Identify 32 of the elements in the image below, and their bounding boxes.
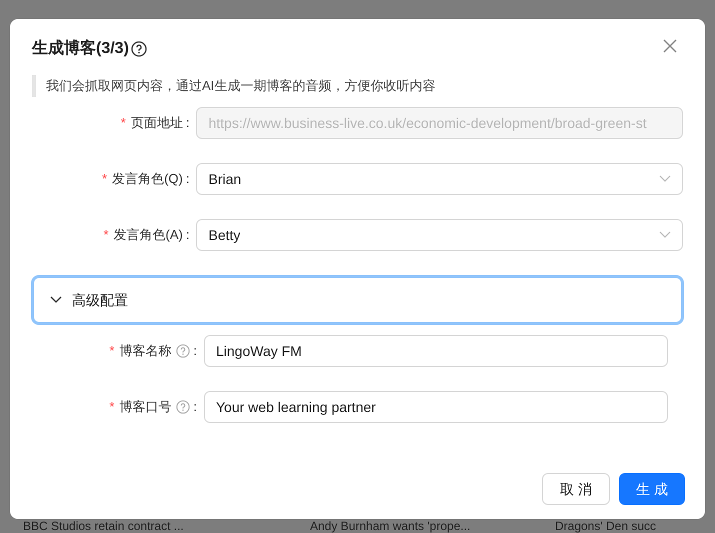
required-mark: * bbox=[109, 342, 114, 360]
field-label: 发言角色(A) bbox=[114, 226, 183, 244]
colon-text: : bbox=[193, 398, 197, 416]
headline-text: BBC Studios retain contract ... bbox=[22, 520, 185, 533]
description-text: 我们会抓取网页内容，通过AI生成一期博客的音频，方便你收听内容 bbox=[32, 75, 683, 97]
colon-text: : bbox=[186, 170, 190, 188]
advanced-label[interactable]: 高级配置 bbox=[72, 290, 128, 310]
required-mark: * bbox=[120, 114, 126, 132]
field-label: 页面地址 bbox=[130, 114, 183, 132]
input-field[interactable]: Your web learning partner bbox=[204, 391, 668, 423]
field-label: 博客名称 bbox=[119, 342, 172, 360]
required-mark: * bbox=[102, 170, 108, 188]
colon-text: : bbox=[186, 114, 190, 132]
headline-text: Andy Burnham wants 'prope... bbox=[309, 520, 472, 533]
colon-text: : bbox=[193, 342, 197, 360]
select-field[interactable]: Brian bbox=[196, 163, 683, 195]
input-field[interactable]: LingoWay FM bbox=[204, 335, 668, 367]
close-icon bbox=[663, 39, 677, 53]
chevron-down-icon bbox=[659, 231, 671, 239]
required-mark: * bbox=[103, 226, 109, 244]
chevron-down-icon[interactable] bbox=[50, 296, 62, 304]
field-label: 博客口号 bbox=[119, 398, 172, 416]
required-mark: * bbox=[109, 398, 114, 416]
cancel-button[interactable]: 取 消 bbox=[542, 473, 610, 505]
dialog-title: 生成博客(3/3) bbox=[32, 38, 129, 59]
help-icon[interactable] bbox=[130, 41, 147, 57]
generate-button[interactable]: 生 成 bbox=[619, 473, 685, 505]
headline-text: Dragons' Den succ bbox=[554, 520, 658, 533]
field-label: 发言角色(Q) bbox=[112, 170, 183, 188]
colon-text: : bbox=[186, 226, 190, 244]
select-field[interactable]: Betty bbox=[196, 219, 683, 251]
chevron-down-icon bbox=[659, 175, 671, 183]
